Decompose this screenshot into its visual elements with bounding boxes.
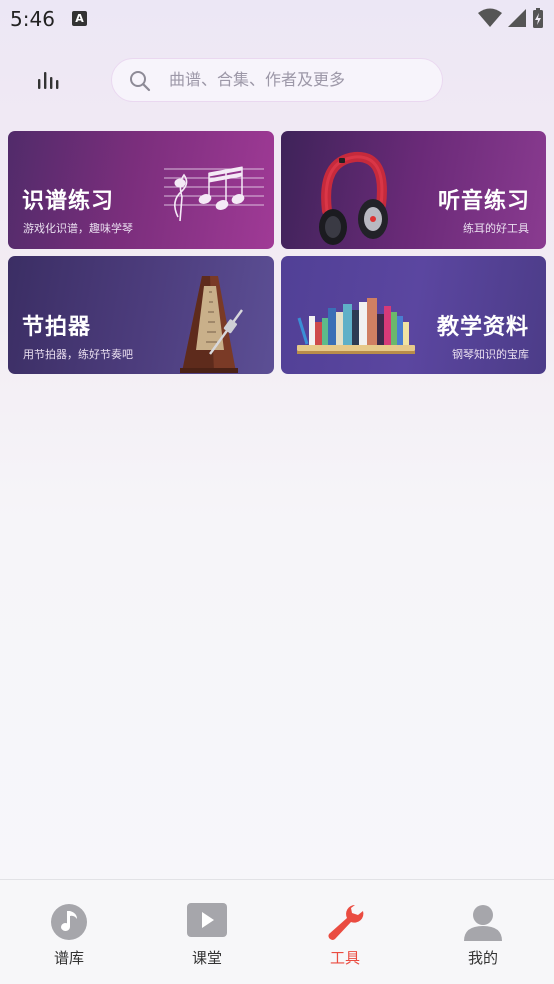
wifi-icon <box>478 8 502 27</box>
tool-card-subtitle: 游戏化识谱，趣味学琴 <box>23 222 133 235</box>
nav-label: 谱库 <box>53 949 84 967</box>
search-bar[interactable] <box>111 58 443 102</box>
search-input[interactable] <box>169 59 429 100</box>
search-icon <box>130 71 151 92</box>
battery-charging-icon <box>533 8 543 28</box>
nav-item-tools[interactable]: 工具 <box>276 880 414 984</box>
nav-label: 课堂 <box>191 949 222 967</box>
bottom-nav: 谱库 课堂 工具 我的 <box>0 879 554 984</box>
music-note-icon <box>51 904 87 940</box>
status-bar: 5:46 A <box>0 0 554 38</box>
tool-card-subtitle: 钢琴知识的宝库 <box>452 348 529 361</box>
nav-item-classroom[interactable]: 课堂 <box>138 880 276 984</box>
status-icons <box>478 8 543 28</box>
tool-card-teaching-materials[interactable]: 教学资料 钢琴知识的宝库 <box>281 256 546 374</box>
wrench-icon <box>328 905 364 940</box>
tool-card-sight-reading[interactable]: 识谱练习 游戏化识谱，趣味学琴 <box>8 131 274 249</box>
notification-app-icon: A <box>72 11 87 26</box>
tool-card-ear-training[interactable]: 听音练习 练耳的好工具 <box>281 131 546 249</box>
tool-card-metronome[interactable]: 节拍器 用节拍器，练好节奏吧 <box>8 256 274 374</box>
sheet-music-image <box>164 166 264 222</box>
user-icon <box>464 905 502 941</box>
tool-card-title: 教学资料 <box>436 315 529 340</box>
nav-label: 我的 <box>467 949 498 967</box>
tool-card-title: 识谱练习 <box>22 189 115 214</box>
tool-card-subtitle: 练耳的好工具 <box>463 222 529 235</box>
bookshelf-image <box>297 298 415 354</box>
headphones-image <box>319 151 388 245</box>
tool-card-title: 听音练习 <box>437 189 530 214</box>
tool-card-subtitle: 用节拍器，练好节奏吧 <box>23 348 133 361</box>
nav-label: 工具 <box>329 949 360 967</box>
equalizer-icon[interactable] <box>36 68 60 92</box>
status-time: 5:46 <box>10 7 55 31</box>
nav-item-library[interactable]: 谱库 <box>0 880 138 984</box>
play-video-icon <box>187 903 227 937</box>
cell-signal-icon <box>508 9 526 27</box>
tool-card-title: 节拍器 <box>22 315 92 340</box>
metronome-image <box>180 276 243 373</box>
nav-item-profile[interactable]: 我的 <box>414 880 552 984</box>
